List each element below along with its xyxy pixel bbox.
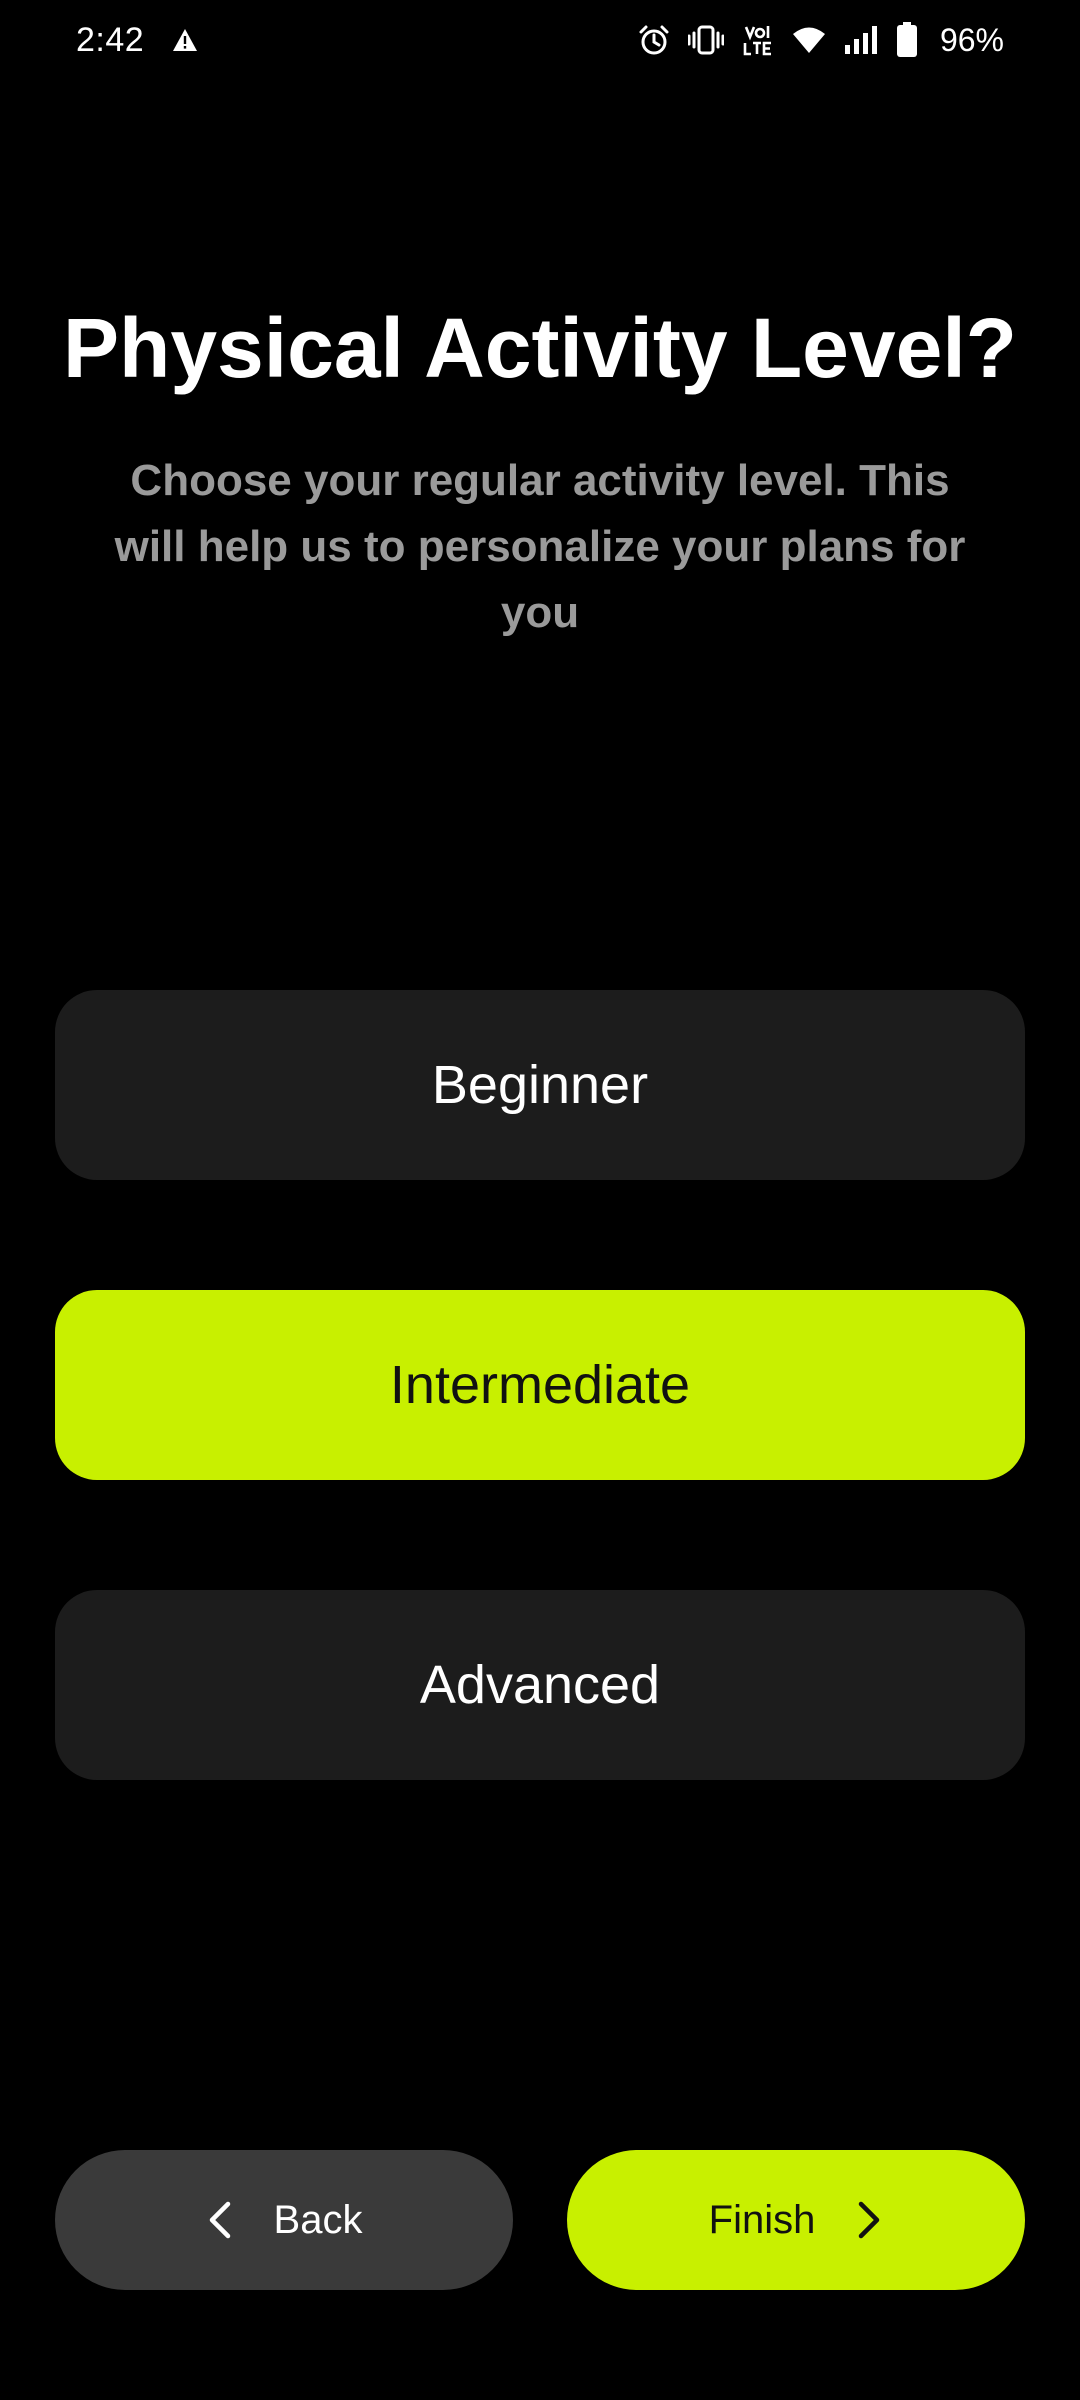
warning-icon [172, 28, 198, 52]
finish-button[interactable]: Finish [567, 2150, 1025, 2290]
page-title: Physical Activity Level? [63, 301, 1017, 395]
back-button[interactable]: Back [55, 2150, 513, 2290]
option-advanced[interactable]: Advanced [55, 1590, 1025, 1780]
page-subtitle: Choose your regular activity level. This… [114, 456, 966, 637]
back-button-label: Back [273, 2197, 363, 2242]
option-label: Beginner [431, 1055, 649, 1115]
volte-icon [742, 23, 774, 57]
status-bar: 2:42 96% [0, 0, 1080, 80]
chevron-right-icon [855, 2200, 883, 2240]
option-beginner[interactable]: Beginner [55, 990, 1025, 1180]
signal-icon [844, 25, 878, 55]
battery-icon [896, 22, 918, 58]
option-label: Intermediate [389, 1355, 691, 1415]
battery-percent: 96% [939, 21, 1004, 58]
status-left: 2:42 [76, 21, 198, 60]
status-right: 96% [638, 22, 1004, 59]
vibrate-icon [687, 24, 724, 56]
status-time: 2:42 [76, 20, 145, 59]
wifi-icon [792, 25, 826, 55]
option-label: Advanced [419, 1655, 661, 1715]
alarm-icon [638, 24, 670, 56]
chevron-left-icon [206, 2200, 234, 2240]
option-intermediate[interactable]: Intermediate [55, 1290, 1025, 1480]
finish-button-label: Finish [708, 2197, 816, 2242]
